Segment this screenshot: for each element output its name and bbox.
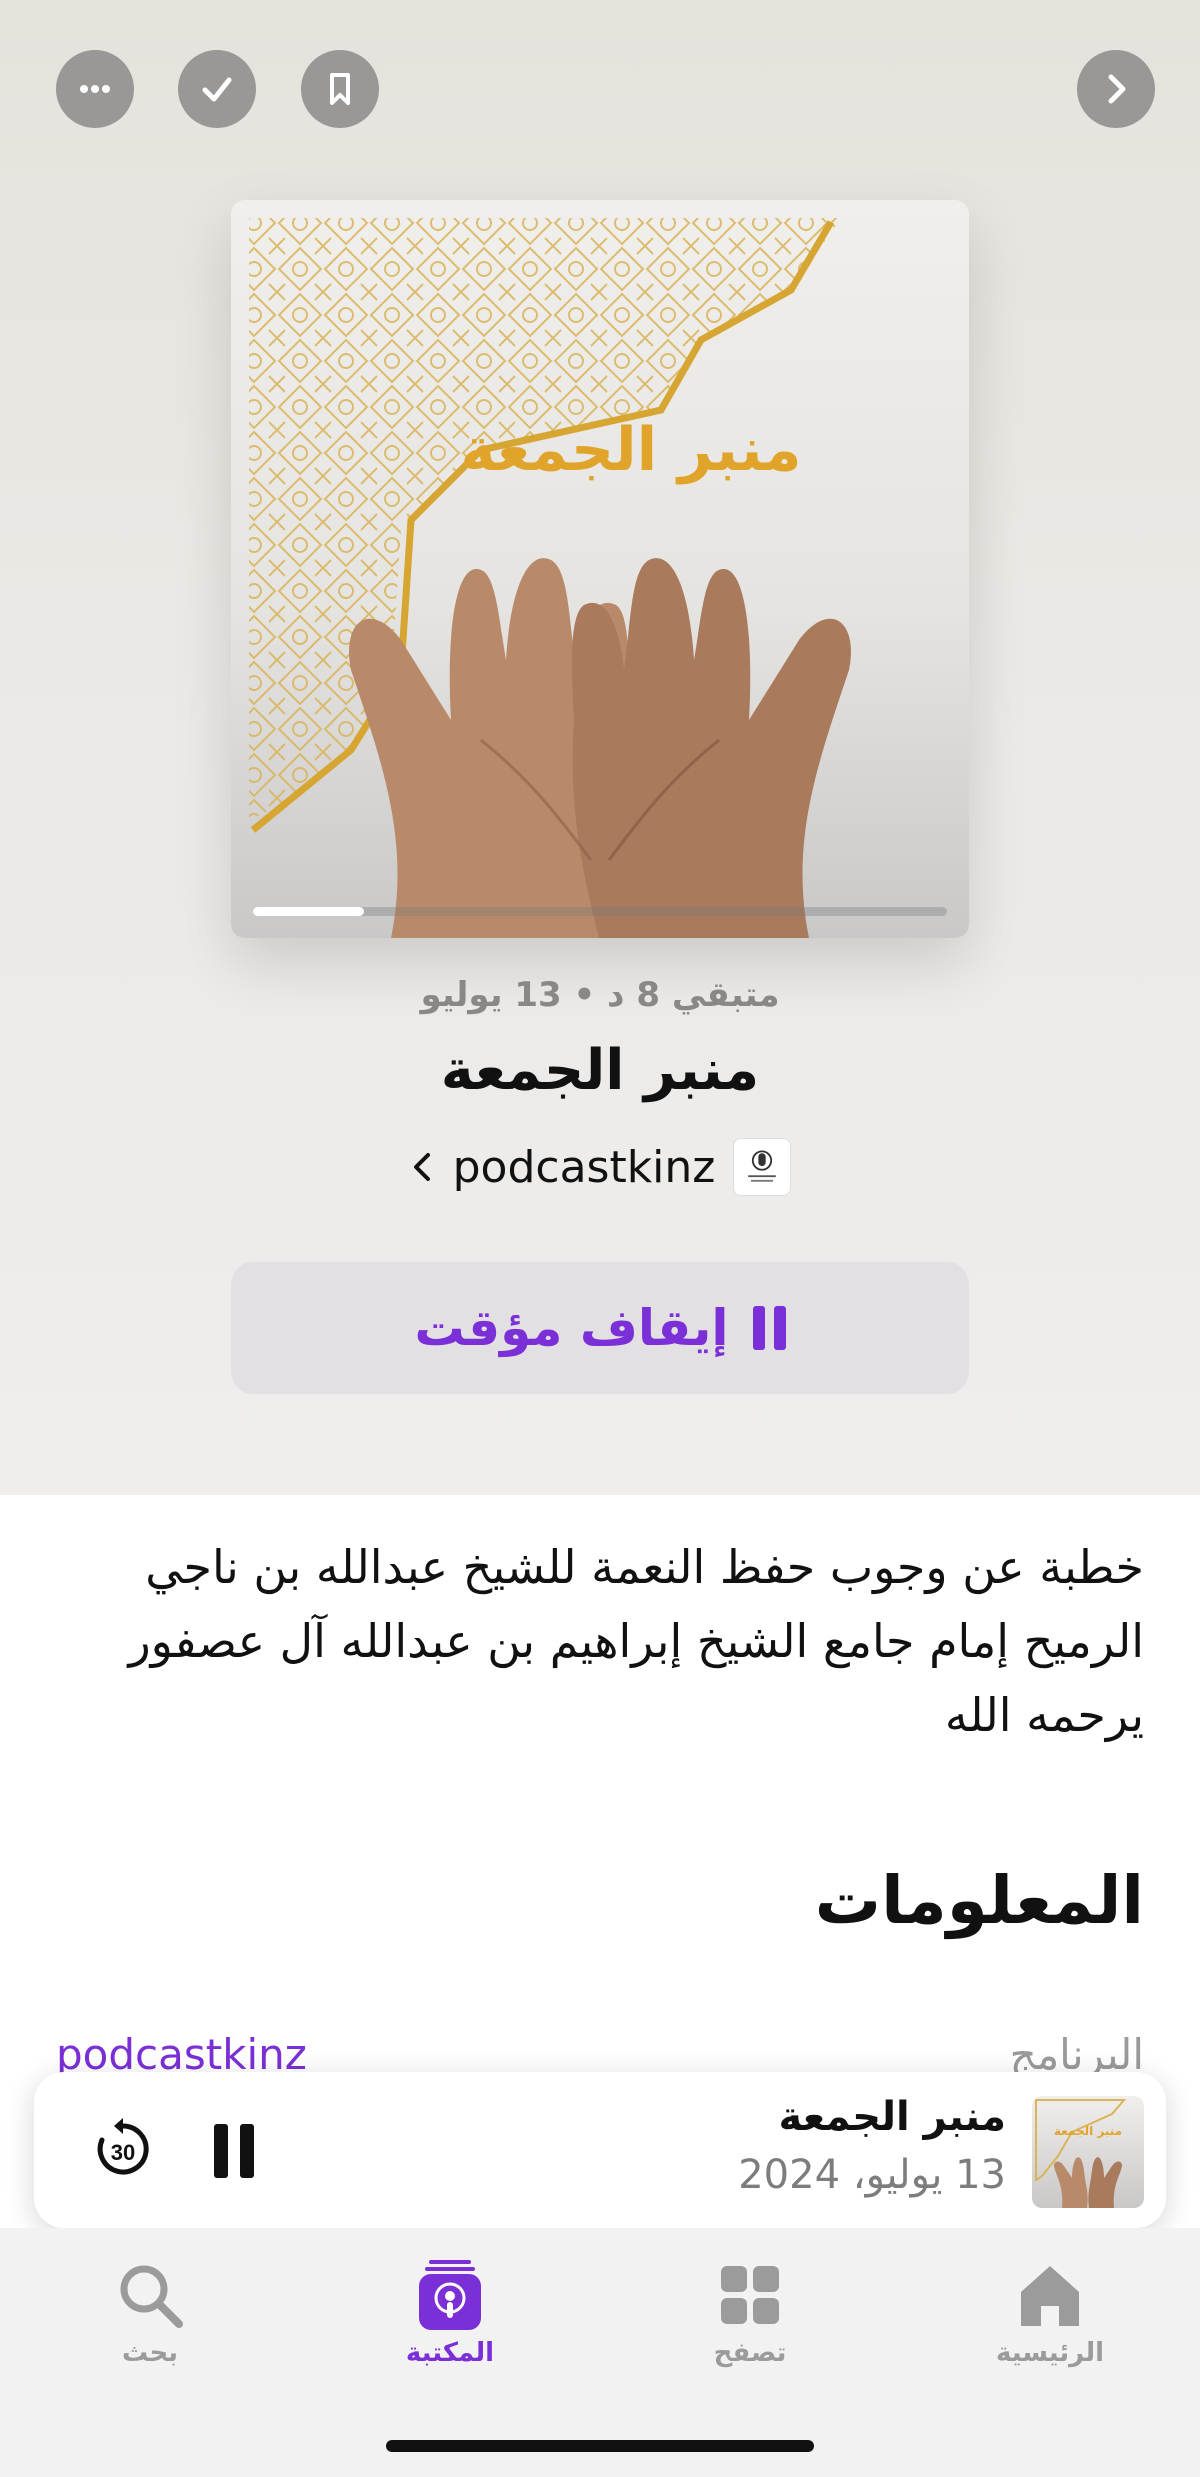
show-name: podcastkinz <box>452 1141 716 1193</box>
ellipsis-icon <box>80 85 110 93</box>
mini-player-title: منبر الجمعة <box>778 2094 1006 2140</box>
information-heading: المعلومات <box>814 1862 1144 1939</box>
episode-title: منبر الجمعة <box>440 1038 760 1103</box>
chevron-right-icon <box>1108 74 1126 104</box>
tab-label: بحث <box>121 2338 179 2368</box>
skip-back-30-button[interactable]: 30 <box>90 2116 156 2182</box>
tab-label: المكتبة <box>405 2338 495 2368</box>
more-options-button[interactable] <box>56 50 134 128</box>
pause-icon-bar <box>214 2124 228 2178</box>
playback-progress-fill <box>253 907 365 916</box>
pause-label: إيقاف مؤقت <box>414 1299 729 1357</box>
home-indicator <box>386 2440 814 2452</box>
mini-player-artwork: منبر الجمعة <box>1032 2096 1144 2208</box>
skip-back-seconds: 30 <box>111 2140 135 2165</box>
playback-progress-bar[interactable] <box>253 907 947 916</box>
artwork-illustration <box>249 218 851 938</box>
bookmark-icon <box>330 73 350 105</box>
mini-pause-button[interactable] <box>214 2124 254 2178</box>
tab-browse[interactable]: تصفح <box>640 2258 860 2368</box>
artwork-title: منبر الجمعة <box>460 415 802 485</box>
mini-artwork-title: منبر الجمعة <box>1053 2124 1123 2138</box>
mini-artwork-illustration <box>1035 2099 1127 2208</box>
episode-description: خطبة عن وجوب حفظ النعمة للشيخ عبدالله بن… <box>128 1540 1144 1742</box>
save-episode-button[interactable] <box>301 50 379 128</box>
tab-label: تصفح <box>713 2338 787 2368</box>
episode-artwork: منبر الجمعة <box>231 200 969 938</box>
tab-search[interactable]: بحث <box>40 2258 260 2368</box>
grid-icon <box>721 2266 779 2324</box>
mini-player[interactable]: منبر الجمعة منبر الجمعة 13 يوليو، 2024 3… <box>34 2072 1166 2228</box>
show-logo <box>733 1138 792 1196</box>
microphone-logo-icon <box>748 1150 777 1182</box>
episode-meta: متبقي 8 د • 13 يوليو <box>420 975 780 1015</box>
tab-label: الرئيسية <box>995 2338 1105 2368</box>
chevron-left-icon <box>413 1153 430 1181</box>
mark-played-button[interactable] <box>178 50 256 128</box>
pause-button[interactable]: إيقاف مؤقت <box>231 1262 969 1394</box>
house-icon <box>1021 2266 1079 2326</box>
search-icon <box>120 2265 183 2328</box>
next-episode-button[interactable] <box>1077 50 1155 128</box>
mini-player-date: 13 يوليو، 2024 <box>738 2152 1006 2198</box>
tab-home[interactable]: الرئيسية <box>940 2258 1160 2368</box>
checkmark-icon <box>202 77 232 102</box>
tab-library[interactable]: المكتبة <box>340 2258 560 2368</box>
podcasts-icon <box>419 2260 481 2330</box>
show-link[interactable]: podcastkinz <box>0 1138 1200 1196</box>
pause-icon-bar <box>240 2124 254 2178</box>
pause-icon <box>752 1306 786 1350</box>
skip-back-icon: 30 <box>97 2118 149 2175</box>
